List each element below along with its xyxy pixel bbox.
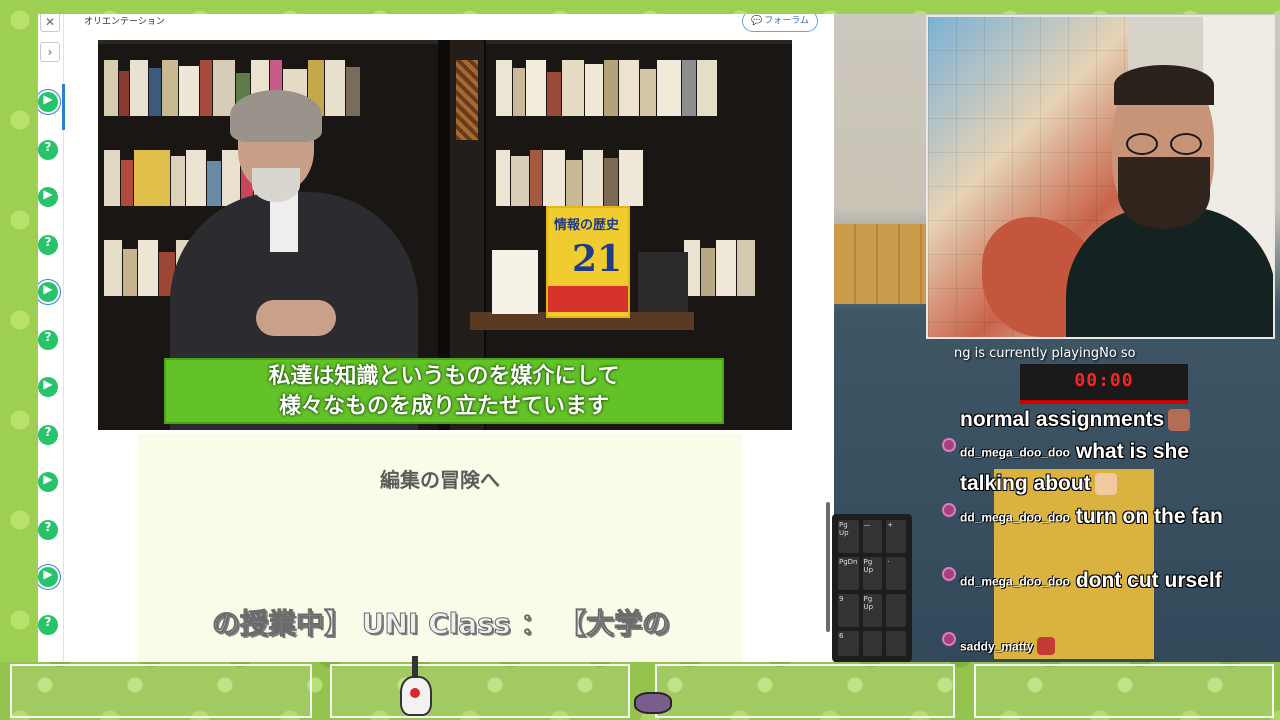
keyboard-key [862, 631, 883, 656]
lesson-video-step-icon[interactable]: ▶ [38, 567, 58, 587]
wooden-shelf [834, 224, 926, 304]
course-title: オリエンテーション [84, 17, 165, 27]
active-step-marker [62, 84, 65, 130]
keyboard-key: Pg Up [862, 557, 883, 590]
bottom-frame-2 [330, 664, 630, 718]
glasses-icon [1126, 133, 1206, 155]
chevron-right-icon: › [47, 45, 53, 59]
chat-message: dd_mega_doo_doo turn on the fan [942, 501, 1240, 533]
book-cover-left [492, 250, 538, 314]
user-badge-icon [942, 503, 956, 517]
chat-message: normal assignments [960, 404, 1240, 436]
books-row-6 [678, 240, 788, 296]
lms-panel: ✕ › ▶? ▶? ▶? ▶? ▶? ▶? オリエンテーション 💬フォーラム [38, 14, 834, 662]
lesson-navigation: ✕ › ▶? ▶? ▶? ▶? ▶? ▶? [38, 14, 65, 662]
speech-bubble-icon: 💬 [751, 16, 763, 26]
close-icon: ✕ [44, 15, 56, 29]
books-row-4 [490, 150, 790, 206]
now-playing-ticker: ng is currently playingNo so [954, 346, 1136, 361]
scrollbar[interactable] [826, 502, 830, 632]
bottom-frame-1 [10, 664, 312, 718]
lesson-quiz-step-icon[interactable]: ? [38, 234, 58, 255]
bottom-frame-4 [974, 664, 1274, 718]
lesson-video-step-icon[interactable]: ▶ [38, 92, 58, 112]
chat-username: dd_mega_doo_doo [960, 510, 1071, 525]
forum-button[interactable]: 💬 フォーラム [742, 14, 818, 32]
chat-message: dd_mega_doo_doo dont cut urself [942, 565, 1240, 597]
keyboard-key: 6 [838, 631, 859, 656]
keyboard: Pg Up — + PgDn Pg Up · 9 Pg Up 6 [832, 514, 912, 662]
chat-username: dd_mega_doo_doo [960, 574, 1071, 589]
forum-button-label: フォーラム [764, 16, 809, 26]
keyboard-key: + [886, 520, 906, 553]
expand-nav-button[interactable]: › [40, 42, 60, 62]
book-cover-right [638, 252, 688, 312]
bottom-frame-3 [655, 664, 955, 718]
chat-username: saddy_matty [960, 639, 1034, 654]
chat-emote-icon [1037, 637, 1056, 656]
chat-username: dd_mega_doo_doo [960, 445, 1071, 460]
book-cover-main: 情報の歴史 21 [546, 206, 630, 318]
chat-message: saddy_matty [942, 630, 1240, 662]
video-subtitle: 私達は知識というものを媒介にして 様々なものを成り立たせています [164, 358, 724, 424]
webcam-feed [926, 15, 1275, 339]
close-button[interactable]: ✕ [40, 14, 60, 32]
chat-emote-icon [1168, 409, 1191, 432]
lesson-quiz-step-icon[interactable]: ? [38, 329, 58, 350]
keyboard-key: PgDn [838, 557, 859, 590]
chat-emote-icon [1094, 473, 1117, 496]
note-heading: 編集の冒険へ [380, 468, 500, 492]
lesson-video-step-icon[interactable]: ▶ [38, 377, 58, 397]
user-badge-icon [942, 438, 956, 452]
streamer [1066, 65, 1273, 337]
lesson-quiz-step-icon[interactable]: ? [38, 519, 58, 540]
keyboard-key: Pg Up [862, 594, 883, 627]
keyboard-key: 9 [838, 594, 859, 627]
stream-marquee: の授業中】 UNI Class ： 【大学の [212, 607, 670, 641]
lesson-video-step-icon[interactable]: ▶ [38, 187, 58, 207]
keyboard-key: Pg Up [838, 520, 859, 553]
lesson-video-step-icon[interactable]: ▶ [38, 282, 58, 302]
stream-timer: 00:00 [1020, 364, 1188, 404]
user-badge-icon [942, 567, 956, 581]
mascot-sprite-icon [398, 656, 432, 718]
lesson-quiz-step-icon[interactable]: ? [38, 614, 58, 635]
lesson-quiz-step-icon[interactable]: ? [38, 139, 58, 160]
keyboard-key: · [886, 557, 906, 590]
critter-sprite-icon [634, 686, 680, 716]
chat-overlay: normal assignments dd_mega_doo_doo what … [940, 404, 1240, 660]
books-row-2 [490, 60, 790, 116]
keyboard-key: — [862, 520, 883, 553]
user-badge-icon [942, 632, 956, 646]
chat-message: dd_mega_doo_doo what is she talking abou… [942, 436, 1240, 500]
ornament-panel [456, 60, 478, 140]
lesson-quiz-step-icon[interactable]: ? [38, 424, 58, 445]
keyboard-key [886, 594, 906, 627]
lecture-video[interactable]: 情報の歴史 21 私達は知識というものを媒介にして 様々なものを成り立たせていま… [98, 40, 792, 430]
subtitle-line-2: 様々なものを成り立たせています [278, 394, 609, 419]
lesson-video-step-icon[interactable]: ▶ [38, 472, 58, 492]
subtitle-line-1: 私達は知識というものを媒介にして [268, 364, 620, 389]
keyboard-key [886, 631, 906, 656]
